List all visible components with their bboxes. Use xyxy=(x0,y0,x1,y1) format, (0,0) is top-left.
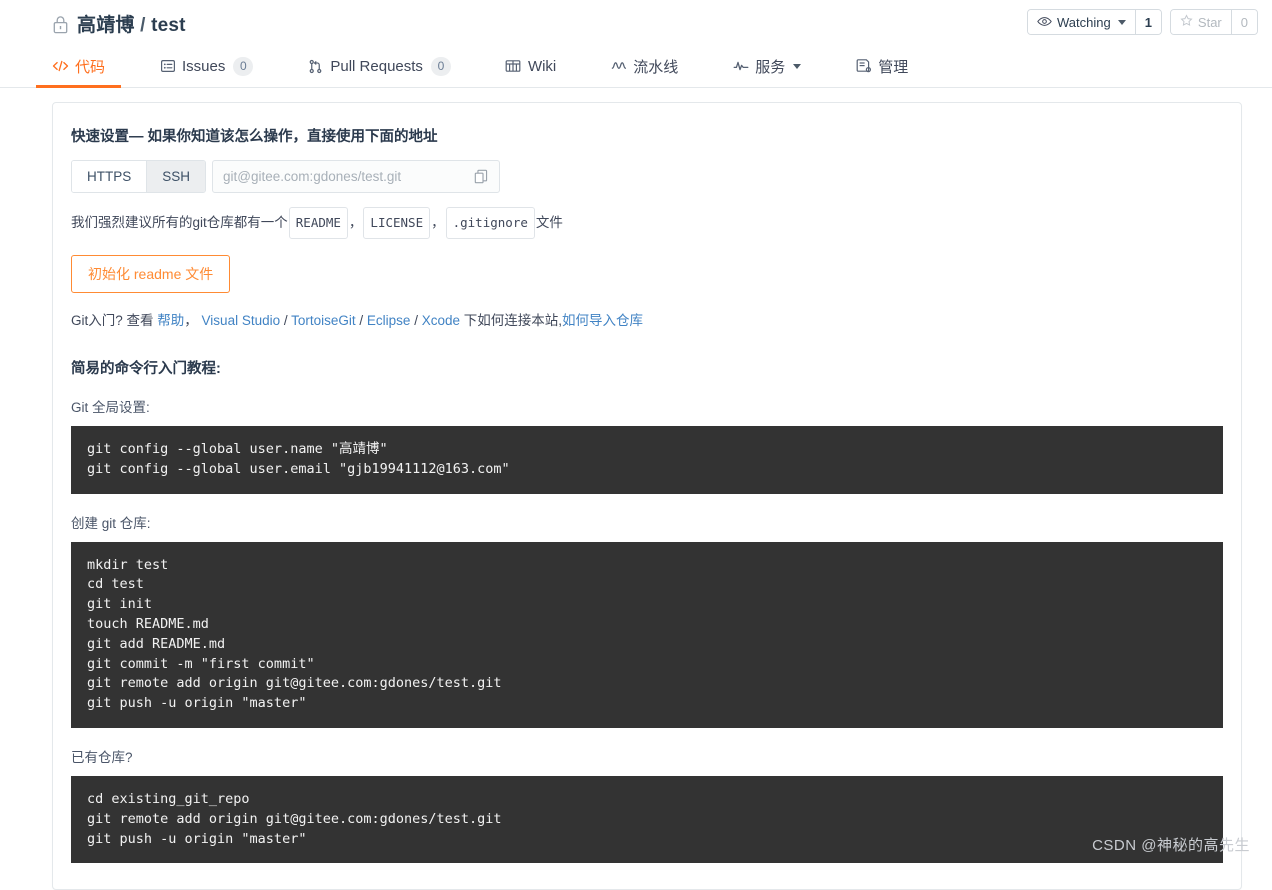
settings-icon xyxy=(855,58,872,75)
tab-issues-badge: 0 xyxy=(233,57,253,76)
tab-issues[interactable]: Issues 0 xyxy=(143,45,269,87)
tab-pipeline[interactable]: 流水线 xyxy=(594,45,694,87)
chevron-down-icon xyxy=(1118,20,1126,25)
eclipse-link[interactable]: Eclipse xyxy=(367,313,411,328)
help-link[interactable]: 帮助 xyxy=(157,313,184,328)
chip-license: LICENSE xyxy=(363,207,430,239)
help-prefix: Git入门? 查看 xyxy=(71,313,154,328)
tab-pull-requests[interactable]: Pull Requests 0 xyxy=(291,45,467,87)
star-count[interactable]: 0 xyxy=(1231,10,1257,34)
clone-url-box[interactable]: git@gitee.com:gdones/test.git xyxy=(212,160,500,193)
clone-row: HTTPS SSH git@gitee.com:gdones/test.git xyxy=(71,160,1223,193)
watch-button[interactable]: Watching xyxy=(1028,10,1135,34)
star-icon xyxy=(1180,14,1193,30)
pipeline-icon xyxy=(610,58,627,75)
code-block-global-config[interactable]: git config --global user.name "高靖博" git … xyxy=(71,426,1223,494)
step-label-global-config: Git 全局设置: xyxy=(71,396,1223,416)
service-icon xyxy=(732,58,749,75)
recommend-comma-1: ， xyxy=(349,215,363,230)
chip-gitignore: .gitignore xyxy=(446,207,535,239)
main-content: 快速设置— 如果你知道该怎么操作，直接使用下面的地址 HTTPS SSH git… xyxy=(0,88,1272,890)
xcode-link[interactable]: Xcode xyxy=(422,313,460,328)
protocol-ssh-button[interactable]: SSH xyxy=(146,161,205,192)
recommend-comma-2: ， xyxy=(431,215,445,230)
recommended-files-line: 我们强烈建议所有的git仓库都有一个README，LICENSE，.gitign… xyxy=(71,207,1223,239)
copy-icon[interactable] xyxy=(473,169,489,185)
watch-count[interactable]: 1 xyxy=(1135,10,1161,34)
watch-label: Watching xyxy=(1057,15,1111,30)
step-label-create-repo: 创建 git 仓库: xyxy=(71,512,1223,532)
protocol-toggle[interactable]: HTTPS SSH xyxy=(71,160,206,193)
issue-icon xyxy=(159,58,176,75)
ide-sep-3: / xyxy=(410,313,421,328)
ide-sep-1: / xyxy=(280,313,291,328)
tab-service[interactable]: 服务 xyxy=(716,45,817,87)
tab-pipeline-label: 流水线 xyxy=(633,56,678,77)
clone-url-input[interactable]: git@gitee.com:gdones/test.git xyxy=(223,169,473,184)
chip-readme: README xyxy=(289,207,348,239)
tab-wiki-label: Wiki xyxy=(528,58,556,75)
watch-button-group[interactable]: Watching 1 xyxy=(1027,9,1162,35)
recommend-suffix: 文件 xyxy=(536,215,563,230)
tab-service-label: 服务 xyxy=(755,56,785,77)
star-button-group[interactable]: Star 0 xyxy=(1170,9,1258,35)
star-button[interactable]: Star xyxy=(1171,10,1231,34)
repo-owner[interactable]: 高靖博 xyxy=(77,15,135,36)
title-separator: / xyxy=(140,15,145,36)
recommend-prefix: 我们强烈建议所有的git仓库都有一个 xyxy=(71,215,288,230)
watermark: CSDN @神秘的高先生 xyxy=(1092,834,1250,855)
eye-icon xyxy=(1037,15,1052,30)
repo-header: 高靖博 / test Watching 1 xyxy=(0,0,1272,46)
git-help-line: Git入门? 查看 帮助， Visual Studio / TortoiseGi… xyxy=(71,309,1223,329)
tab-wiki[interactable]: Wiki xyxy=(489,45,572,87)
quick-setup-title: 快速设置— 如果你知道该怎么操作，直接使用下面的地址 xyxy=(71,125,1223,146)
lock-icon xyxy=(52,15,69,34)
book-icon xyxy=(505,58,522,75)
init-readme-button[interactable]: 初始化 readme 文件 xyxy=(71,255,230,293)
tab-issues-label: Issues xyxy=(182,58,225,75)
tab-pull-requests-badge: 0 xyxy=(431,57,451,76)
help-middle: 下如何连接本站, xyxy=(464,313,562,328)
tab-manage-label: 管理 xyxy=(878,56,908,77)
visual-studio-link[interactable]: Visual Studio xyxy=(202,313,281,328)
page-title: 高靖博 / test xyxy=(77,10,186,37)
repo-tab-nav: 代码 Issues 0 Pull Requests xyxy=(0,46,1272,88)
repo-name[interactable]: test xyxy=(151,15,186,36)
code-icon xyxy=(52,58,69,75)
header-actions: Watching 1 Star 0 xyxy=(1027,9,1258,35)
tortoisegit-link[interactable]: TortoiseGit xyxy=(291,313,356,328)
tab-code[interactable]: 代码 xyxy=(36,45,121,87)
protocol-https-button[interactable]: HTTPS xyxy=(72,161,146,192)
ide-sep-2: / xyxy=(356,313,367,328)
step-label-existing-repo: 已有仓库? xyxy=(71,746,1223,766)
quick-setup-card: 快速设置— 如果你知道该怎么操作，直接使用下面的地址 HTTPS SSH git… xyxy=(52,102,1242,890)
tutorial-title: 简易的命令行入门教程: xyxy=(71,357,1223,378)
code-block-create-repo[interactable]: mkdir test cd test git init touch README… xyxy=(71,542,1223,728)
chevron-down-icon xyxy=(793,64,801,69)
star-label: Star xyxy=(1198,15,1222,30)
tab-code-label: 代码 xyxy=(75,56,105,77)
help-comma: ， xyxy=(184,313,198,328)
tab-manage[interactable]: 管理 xyxy=(839,45,924,87)
import-repo-link[interactable]: 如何导入仓库 xyxy=(562,313,643,328)
pull-request-icon xyxy=(307,58,324,75)
tab-pull-requests-label: Pull Requests xyxy=(330,58,423,75)
code-block-existing-repo[interactable]: cd existing_git_repo git remote add orig… xyxy=(71,776,1223,863)
